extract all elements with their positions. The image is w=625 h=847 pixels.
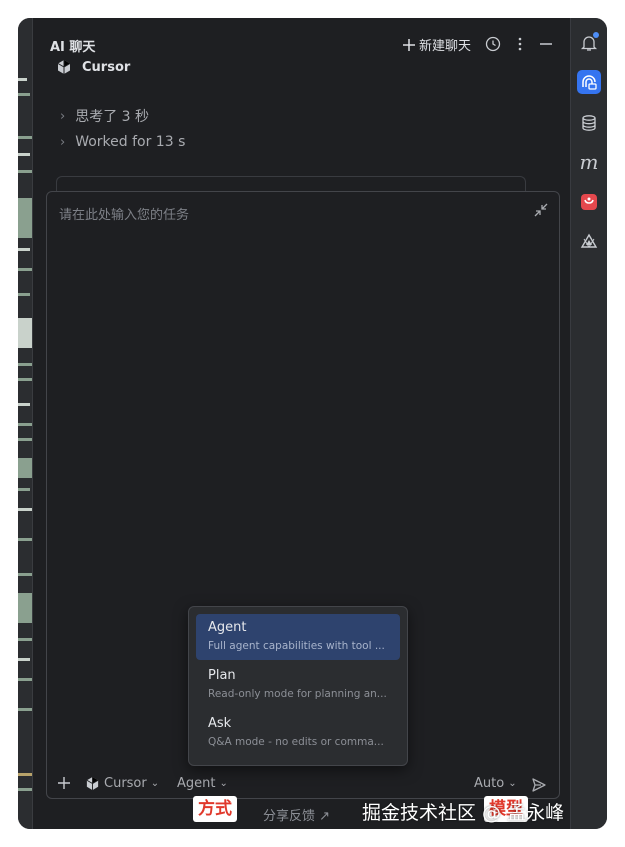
model-selector[interactable]: Cursor ⌄ [85,776,159,791]
watermark: 掘金技术社区 @ 孟永峰 [362,802,565,824]
maven-tool-button[interactable]: m [577,150,601,174]
plus-icon [403,38,415,51]
add-context-button[interactable] [57,776,71,790]
right-tool-bar: m [570,18,607,829]
new-chat-button[interactable]: 新建聊天 [402,35,471,54]
panel-title: AI 聊天 [50,40,96,55]
mode-option-desc: Full agent capabilities with tool ... [208,640,385,652]
chevron-down-icon: ⌄ [219,778,228,789]
ai-chat-icon [582,75,597,90]
new-chat-label: 新建聊天 [419,39,472,54]
task-input-placeholder: 请在此处输入您的任务 [59,208,190,223]
chevron-down-icon: ⌄ [508,778,517,789]
ide-window: AI 聊天 新建聊天 Cursor › 思考了 3 秒 › Worked for… [18,18,607,829]
history-icon[interactable] [485,36,501,52]
input-toolbar: Cursor ⌄ Agent ⌄ Auto ⌄ [47,770,559,798]
mode-option-title: Ask [208,716,232,731]
cursor-logo-icon [57,60,71,74]
agent-header: Cursor [56,58,130,76]
minimize-icon[interactable] [538,36,554,52]
send-icon[interactable] [531,777,547,793]
annotation-mode-label: 方式 [193,796,237,822]
ai-chat-panel: AI 聊天 新建聊天 Cursor › 思考了 3 秒 › Worked for… [38,18,566,829]
auto-selector[interactable]: Auto ⌄ [474,776,517,791]
chevron-right-icon: › [60,108,66,124]
chevron-right-icon: › [60,134,66,150]
mode-option-desc: Read-only mode for planning an... [208,688,387,700]
worked-toggle[interactable]: › Worked for 13 s [60,134,185,150]
mode-dropdown-menu: Agent Full agent capabilities with tool … [188,606,408,766]
share-feedback-link[interactable]: 分享反馈 ↗ [263,805,330,824]
mode-option-ask[interactable]: Ask Q&A mode - no edits or comma... [196,710,400,756]
auto-label: Auto [474,776,505,791]
mode-option-desc: Q&A mode - no edits or comma... [208,736,384,748]
thought-label: 思考了 3 秒 [75,109,150,125]
ai-chat-tool-button[interactable] [577,70,601,94]
agent-name: Cursor [82,59,131,75]
mode-option-agent[interactable]: Agent Full agent capabilities with tool … [196,614,400,660]
thought-toggle[interactable]: › 思考了 3 秒 [60,106,149,126]
model-label: Cursor [104,776,147,791]
worked-label: Worked for 13 s [75,134,186,150]
database-icon [582,115,596,131]
maven-m-icon: m [579,150,599,174]
plus-icon [58,777,70,789]
red-plugin-icon [581,194,597,210]
editor-strip [18,18,33,829]
more-options-icon[interactable] [512,36,528,52]
mode-option-title: Agent [208,620,247,635]
triangle-logo-icon [580,233,598,248]
mode-option-plan[interactable]: Plan Read-only mode for planning an... [196,662,400,708]
database-tool-button[interactable] [577,111,601,135]
notifications-button[interactable] [577,31,601,55]
chevron-down-icon: ⌄ [150,778,160,789]
plugin-tool-button[interactable] [577,190,601,214]
notification-dot [593,32,599,38]
collapse-icon[interactable] [533,202,549,218]
mode-option-title: Plan [208,668,236,683]
mode-selector[interactable]: Agent ⌄ [177,776,228,791]
copilot-tool-button[interactable] [577,230,601,254]
mode-label: Agent [177,776,216,791]
cursor-logo-icon [86,776,99,791]
